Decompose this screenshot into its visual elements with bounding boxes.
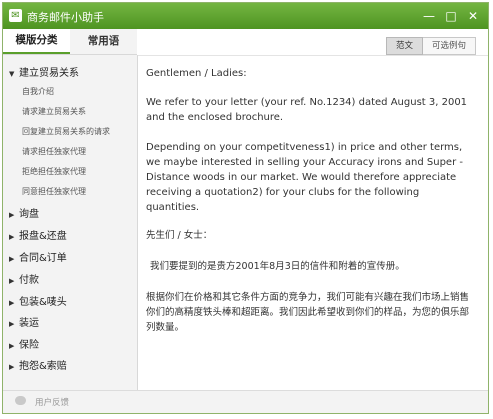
tab-common-phrases[interactable]: 常用语	[70, 29, 137, 54]
sidebar-category-trade-relations[interactable]: ▼ 建立贸易关系	[9, 64, 79, 79]
caret-right-icon: ▶	[9, 320, 15, 328]
minimize-button[interactable]: —	[420, 7, 438, 25]
caret-right-icon: ▶	[9, 363, 15, 371]
letter-paragraph: We refer to your letter (your ref. No.12…	[146, 97, 468, 123]
sidebar-subitem[interactable]: 请求建立贸易关系	[22, 106, 86, 117]
caret-right-icon: ▶	[9, 342, 15, 350]
sidebar-subitem[interactable]: 拒绝担任独家代理	[22, 166, 86, 177]
category-label: 抱怨&索赔	[19, 361, 67, 372]
caret-right-icon: ▶	[9, 211, 15, 219]
sidebar-category[interactable]: ▶ 保险	[9, 336, 39, 351]
caret-right-icon: ▶	[9, 255, 15, 263]
sidebar-category[interactable]: ▶ 合同&订单	[9, 249, 67, 264]
category-label: 建立贸易关系	[19, 68, 79, 79]
sidebar-subitem[interactable]: 同意担任独家代理	[22, 186, 86, 197]
letter-cn-salutation: 先生们 / 女士：	[146, 230, 213, 241]
content-toolbar: 范文 可选例句	[138, 29, 488, 56]
letter-paragraph: Depending on your competitveness1) in pr…	[146, 142, 463, 213]
letter-salutation: Gentlemen / Ladies:	[146, 68, 247, 79]
feedback-link[interactable]: 用户反馈	[35, 396, 69, 408]
category-label: 装运	[19, 318, 39, 329]
sidebar-category[interactable]: ▶ 装运	[9, 314, 39, 329]
app-logo-icon: ✉	[9, 9, 22, 22]
category-label: 合同&订单	[19, 253, 67, 264]
category-label: 询盘	[19, 209, 39, 220]
sidebar-category[interactable]: ▶ 抱怨&索赔	[9, 357, 67, 372]
letter-content[interactable]: Gentlemen / Ladies: We refer to your let…	[138, 56, 488, 391]
category-label: 保险	[19, 340, 39, 351]
feedback-bubble-icon	[15, 396, 26, 405]
maximize-button[interactable]: □	[442, 7, 460, 25]
category-label: 报盘&还盘	[19, 231, 67, 242]
tab-template-categories[interactable]: 模版分类	[3, 29, 70, 54]
sidebar-category[interactable]: ▶ 报盘&还盘	[9, 227, 67, 242]
title-bar[interactable]: ✉ 商务邮件小助手 — □ ✕	[3, 3, 488, 29]
view-toggle: 范文 可选例句	[385, 37, 476, 55]
sidebar: ▼ 建立贸易关系 自我介绍 请求建立贸易关系 回复建立贸易关系的请求 请求担任独家…	[3, 55, 138, 391]
letter-cn-paragraph: 我们要提到的是贵方2001年8月3日的信件和附着的宣传册。	[150, 261, 405, 272]
app-window: ✉ 商务邮件小助手 — □ ✕ 模版分类 常用语 ▼ 建立贸易关系 自我介绍 请求…	[2, 2, 489, 414]
optional-sentences-button[interactable]: 可选例句	[422, 37, 476, 55]
sidebar-subitem[interactable]: 请求担任独家代理	[22, 146, 86, 157]
category-label: 包装&唛头	[19, 297, 67, 308]
sidebar-subitem[interactable]: 自我介绍	[22, 86, 54, 97]
caret-right-icon: ▶	[9, 277, 15, 285]
caret-down-icon: ▼	[9, 70, 15, 78]
sidebar-category[interactable]: ▶ 包装&唛头	[9, 293, 67, 308]
app-title: 商务邮件小助手	[27, 11, 104, 24]
close-button[interactable]: ✕	[464, 7, 482, 25]
sample-letter-button[interactable]: 范文	[385, 37, 423, 55]
sidebar-category[interactable]: ▶ 付款	[9, 271, 39, 286]
status-bar: 用户反馈	[3, 390, 488, 413]
sidebar-category[interactable]: ▶ 询盘	[9, 205, 39, 220]
caret-right-icon: ▶	[9, 233, 15, 241]
caret-right-icon: ▶	[9, 299, 15, 307]
category-label: 付款	[19, 275, 39, 286]
sidebar-subitem[interactable]: 回复建立贸易关系的请求	[22, 126, 110, 137]
letter-cn-paragraph: 根据你们在价格和其它条件方面的竞争力，我们可能有兴趣在我们市场上销售你们的高精度…	[146, 292, 470, 333]
sidebar-tabs: 模版分类 常用语	[3, 29, 137, 55]
